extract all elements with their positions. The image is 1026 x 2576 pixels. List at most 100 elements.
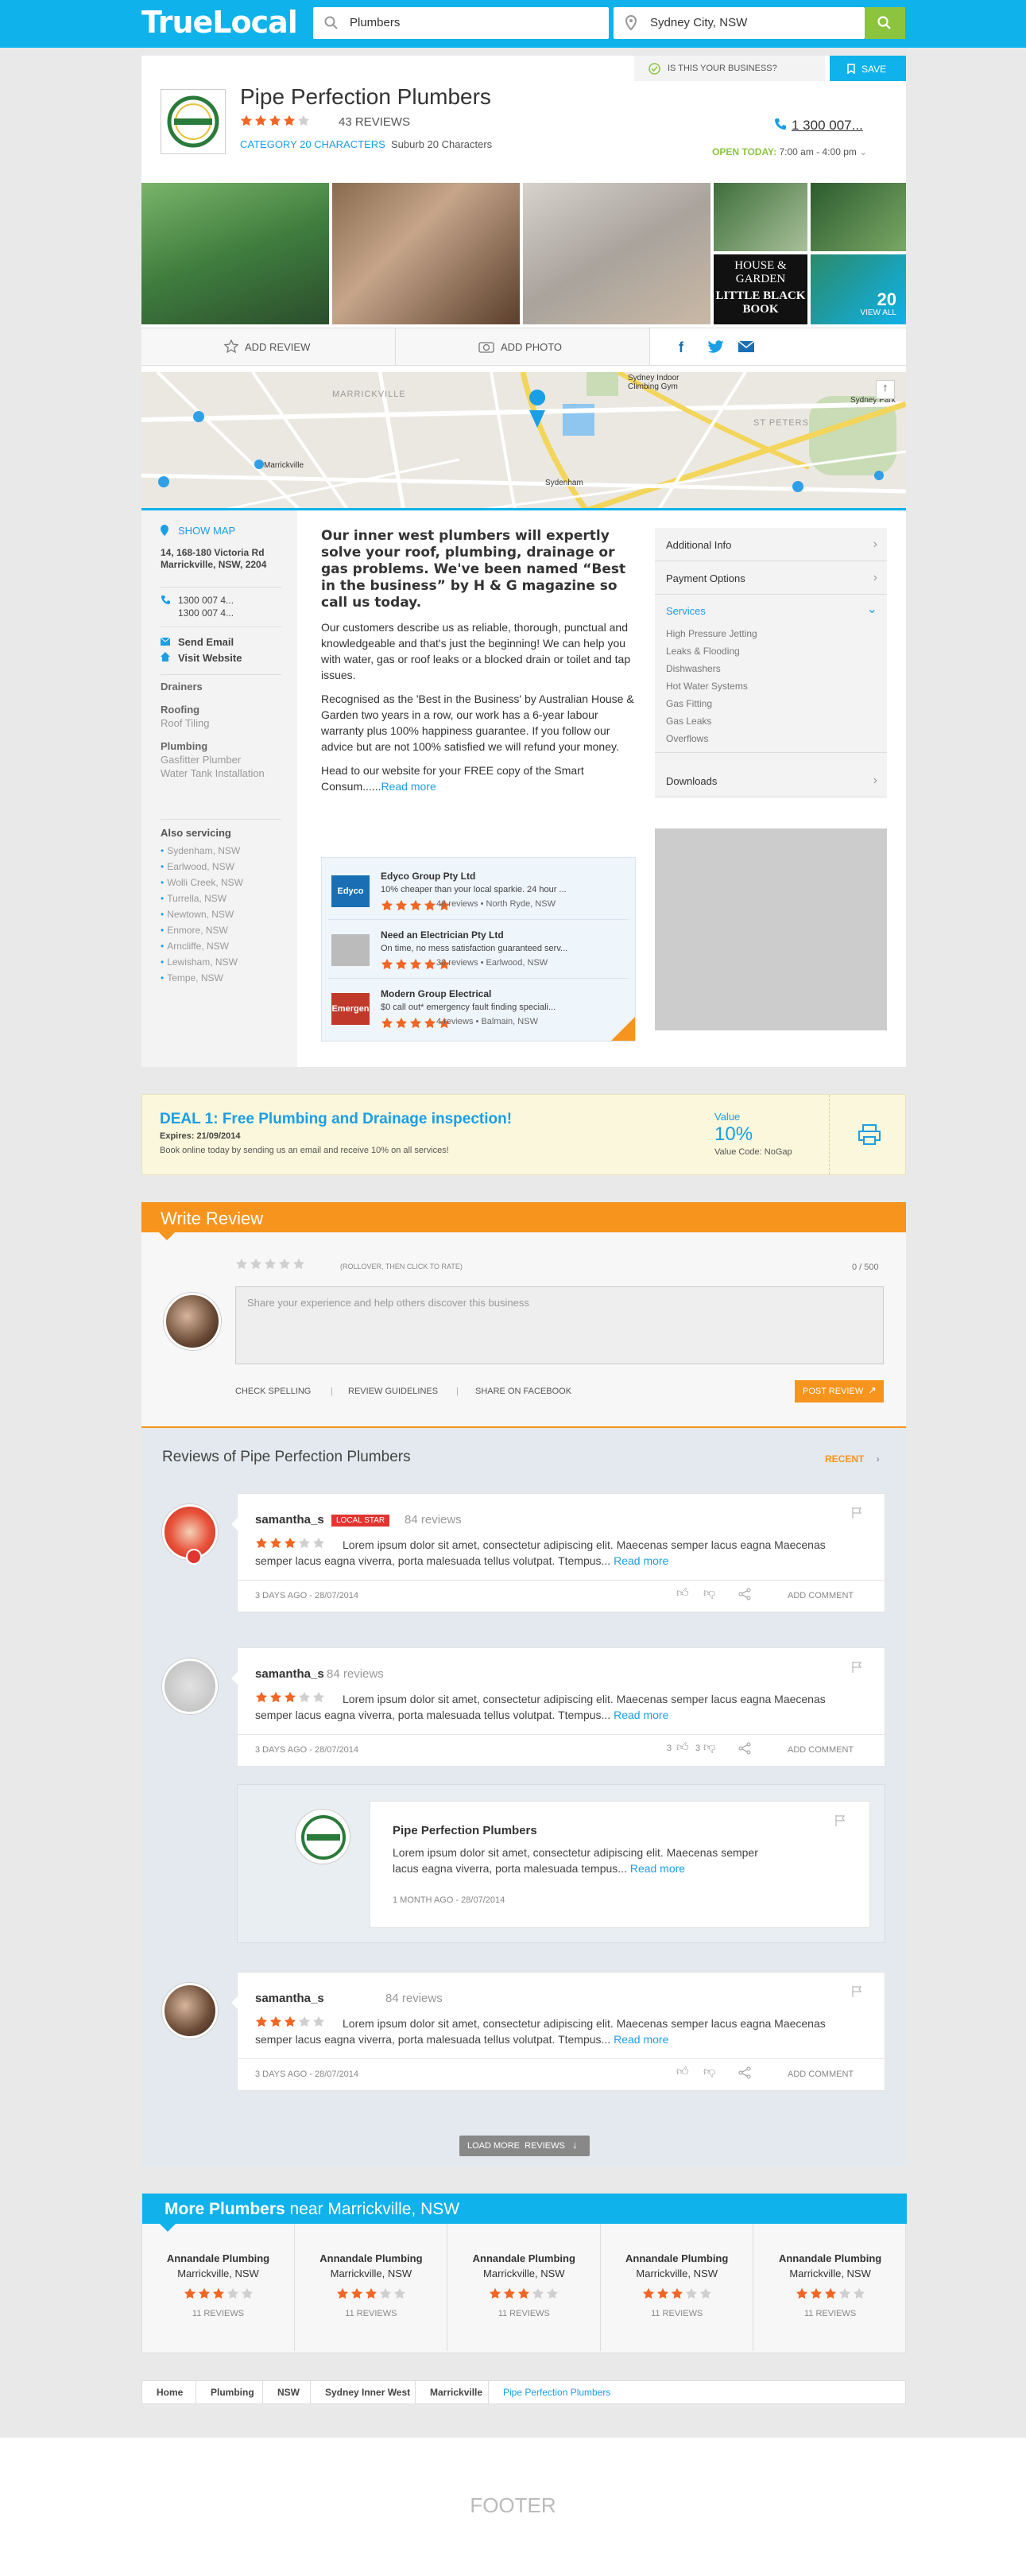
thumbs-up-icon[interactable]: 👍︎	[676, 2065, 689, 2079]
read-more-link[interactable]: Read more	[614, 2033, 668, 2046]
phone-1[interactable]: 1300 007 4...	[178, 595, 234, 606]
thumbs-down-icon[interactable]: 👎︎	[703, 2065, 715, 2079]
share-icon[interactable]	[738, 1742, 751, 1755]
additional-info-toggle[interactable]: Additional Info ›	[655, 528, 887, 561]
review-guidelines-link[interactable]: REVIEW GUIDELINES	[348, 1387, 438, 1396]
facebook-icon[interactable]: f	[679, 339, 683, 356]
sort-dropdown[interactable]: RECENT ›	[825, 1453, 880, 1465]
flag-icon[interactable]	[851, 1507, 862, 1519]
send-email-link[interactable]: Send Email	[178, 636, 234, 648]
load-more-button[interactable]: LOAD MORE REVIEWS ↓	[459, 2136, 590, 2156]
breadcrumb-item[interactable]: Plumbing	[196, 2381, 263, 2403]
thumbs-up-icon[interactable]: 👍︎	[676, 1586, 689, 1600]
gallery-photo[interactable]	[714, 183, 807, 251]
breadcrumb-item[interactable]: Pipe Perfection Plumbers	[489, 2381, 632, 2403]
more-plumber-item[interactable]: Annandale Plumbing Marrickville, NSW 11 …	[448, 2224, 601, 2351]
category-group-title[interactable]: Plumbing	[161, 740, 288, 752]
category-item[interactable]: Water Tank Installation	[161, 767, 288, 779]
services-section[interactable]: Services ⌄ High Pressure Jetting Leaks & …	[655, 595, 887, 753]
more-plumber-item[interactable]: Annandale Plumbing Marrickville, NSW 11 …	[295, 2224, 448, 2351]
twitter-icon[interactable]	[707, 339, 725, 354]
add-comment-link[interactable]: ADD COMMENT	[788, 1745, 854, 1755]
gallery-photo[interactable]	[811, 183, 906, 251]
thumbs-down-icon[interactable]: 👎︎	[703, 1586, 715, 1600]
expand-map-icon[interactable]: ↑	[876, 380, 895, 399]
service-area-link[interactable]: • Turrella, NSW	[161, 890, 288, 906]
service-area-link[interactable]: • Arncliffe, NSW	[161, 938, 288, 954]
post-review-button[interactable]: POST REVIEW ↗	[795, 1380, 884, 1402]
more-plumber-item[interactable]: Annandale Plumbing Marrickville, NSW 11 …	[142, 2224, 295, 2351]
more-plumber-item[interactable]: Annandale Plumbing Marrickville, NSW 11 …	[754, 2224, 907, 2351]
reviewer-name[interactable]: samantha_s	[255, 1667, 324, 1681]
category-group-title[interactable]: Roofing	[161, 704, 288, 716]
star-filled-icon	[490, 2287, 501, 2299]
add-comment-link[interactable]: ADD COMMENT	[788, 2070, 854, 2079]
claim-business-link[interactable]: IS THIS YOUR BUSINESS?	[634, 56, 825, 81]
flag-icon[interactable]	[851, 1985, 862, 1998]
category-item[interactable]: Gasfitter Plumber	[161, 754, 288, 766]
breadcrumb-item[interactable]: Sydney Inner West	[311, 2381, 416, 2403]
service-area-link[interactable]: • Sydenham, NSW	[161, 843, 288, 859]
reviewer-name[interactable]: samantha_s	[255, 1513, 324, 1527]
breadcrumb-item[interactable]: Home	[142, 2381, 196, 2403]
share-icon[interactable]	[738, 2066, 751, 2079]
read-more-link[interactable]: Read more	[630, 1862, 685, 1875]
phone-2[interactable]: 1300 007 4...	[178, 607, 234, 619]
sponsored-item[interactable]: Need an Electrician Pty Ltd On time, no …	[328, 925, 629, 979]
local-star-badge: LOCAL STAR	[331, 1515, 390, 1527]
truelocal-logo[interactable]: TrueLocal	[141, 5, 298, 40]
deal-title[interactable]: DEAL 1: Free Plumbing and Drainage inspe…	[160, 1111, 512, 1128]
review-textarea[interactable]: Share your experience and help others di…	[235, 1286, 884, 1364]
breadcrumb-item[interactable]: NSW	[263, 2381, 311, 2403]
downloads-toggle[interactable]: Downloads ›	[655, 764, 887, 797]
gallery-photo[interactable]	[523, 183, 710, 324]
view-all-photos[interactable]: 20 VIEW ALL	[811, 254, 906, 324]
service-area-link[interactable]: • Tempe, NSW	[161, 970, 288, 986]
category-link[interactable]: CATEGORY 20 CHARACTERS	[240, 138, 385, 150]
open-hours[interactable]: OPEN TODAY: 7:00 am - 4:00 pm ⌄	[712, 146, 867, 157]
location-input[interactable]: Sydney City, NSW	[614, 7, 865, 39]
search-button[interactable]	[865, 7, 905, 39]
service-area-link[interactable]: • Lewisham, NSW	[161, 954, 288, 970]
reviews-count[interactable]: 43 REVIEWS	[339, 115, 410, 129]
flag-icon[interactable]	[851, 1661, 862, 1674]
gallery-photo[interactable]	[141, 183, 329, 324]
reviewer-name[interactable]: samantha_s	[255, 1992, 324, 2005]
service-area-link[interactable]: • Earlwood, NSW	[161, 859, 288, 875]
magazine-photo[interactable]: HOUSE & GARDEN LITTLE BLACK BOOK	[714, 254, 807, 324]
gallery-photo[interactable]	[332, 183, 520, 324]
category-item[interactable]: Roof Tiling	[161, 717, 288, 729]
rating-input[interactable]	[235, 1258, 305, 1274]
search-input[interactable]: Plumbers	[313, 7, 609, 39]
read-more-link[interactable]: Read more	[614, 1554, 668, 1567]
sponsored-item[interactable]: Edyco Edyco Group Pty Ltd 10% cheaper th…	[328, 866, 629, 920]
save-button[interactable]: SAVE	[830, 56, 906, 81]
thumbs-down-icon[interactable]: 👎︎	[703, 1740, 715, 1755]
service-area-link[interactable]: • Enmore, NSW	[161, 922, 288, 938]
payment-options-toggle[interactable]: Payment Options ›	[655, 561, 887, 595]
check-spelling-link[interactable]: CHECK SPELLING	[235, 1387, 311, 1396]
share-icon[interactable]	[738, 1588, 751, 1600]
reviewer-avatar[interactable]	[162, 1983, 218, 2039]
service-area-link[interactable]: • Wolli Creek, NSW	[161, 875, 288, 890]
more-plumber-item[interactable]: Annandale Plumbing Marrickville, NSW 11 …	[601, 2224, 754, 2351]
add-photo-button[interactable]: ADD PHOTO	[396, 328, 650, 365]
star-filled-icon	[381, 958, 393, 970]
flag-icon[interactable]	[834, 1814, 846, 1827]
map[interactable]: MARRICKVILLE Marrickville Sydenham ST PE…	[141, 372, 906, 510]
add-comment-link[interactable]: ADD COMMENT	[788, 1591, 854, 1600]
email-icon[interactable]	[738, 340, 755, 353]
add-review-button[interactable]: ADD REVIEW	[141, 328, 396, 365]
visit-website-link[interactable]: Visit Website	[178, 652, 242, 664]
read-more-link[interactable]: Read more	[381, 780, 436, 793]
service-area-link[interactable]: • Newtown, NSW	[161, 906, 288, 922]
thumbs-up-icon[interactable]: 👍︎	[676, 1740, 689, 1755]
category-group-title[interactable]: Drainers	[161, 681, 288, 692]
printer-icon[interactable]	[858, 1123, 881, 1146]
reviewer-avatar[interactable]	[162, 1658, 218, 1714]
read-more-link[interactable]: Read more	[614, 1709, 668, 1721]
sponsored-item[interactable]: Emergen Modern Group Electrical $0 call …	[328, 983, 629, 1038]
phone-number[interactable]: 1 300 007...	[775, 118, 863, 134]
breadcrumb-item[interactable]: Marrickville	[416, 2381, 489, 2403]
share-facebook-link[interactable]: SHARE ON FACEBOOK	[475, 1387, 571, 1396]
